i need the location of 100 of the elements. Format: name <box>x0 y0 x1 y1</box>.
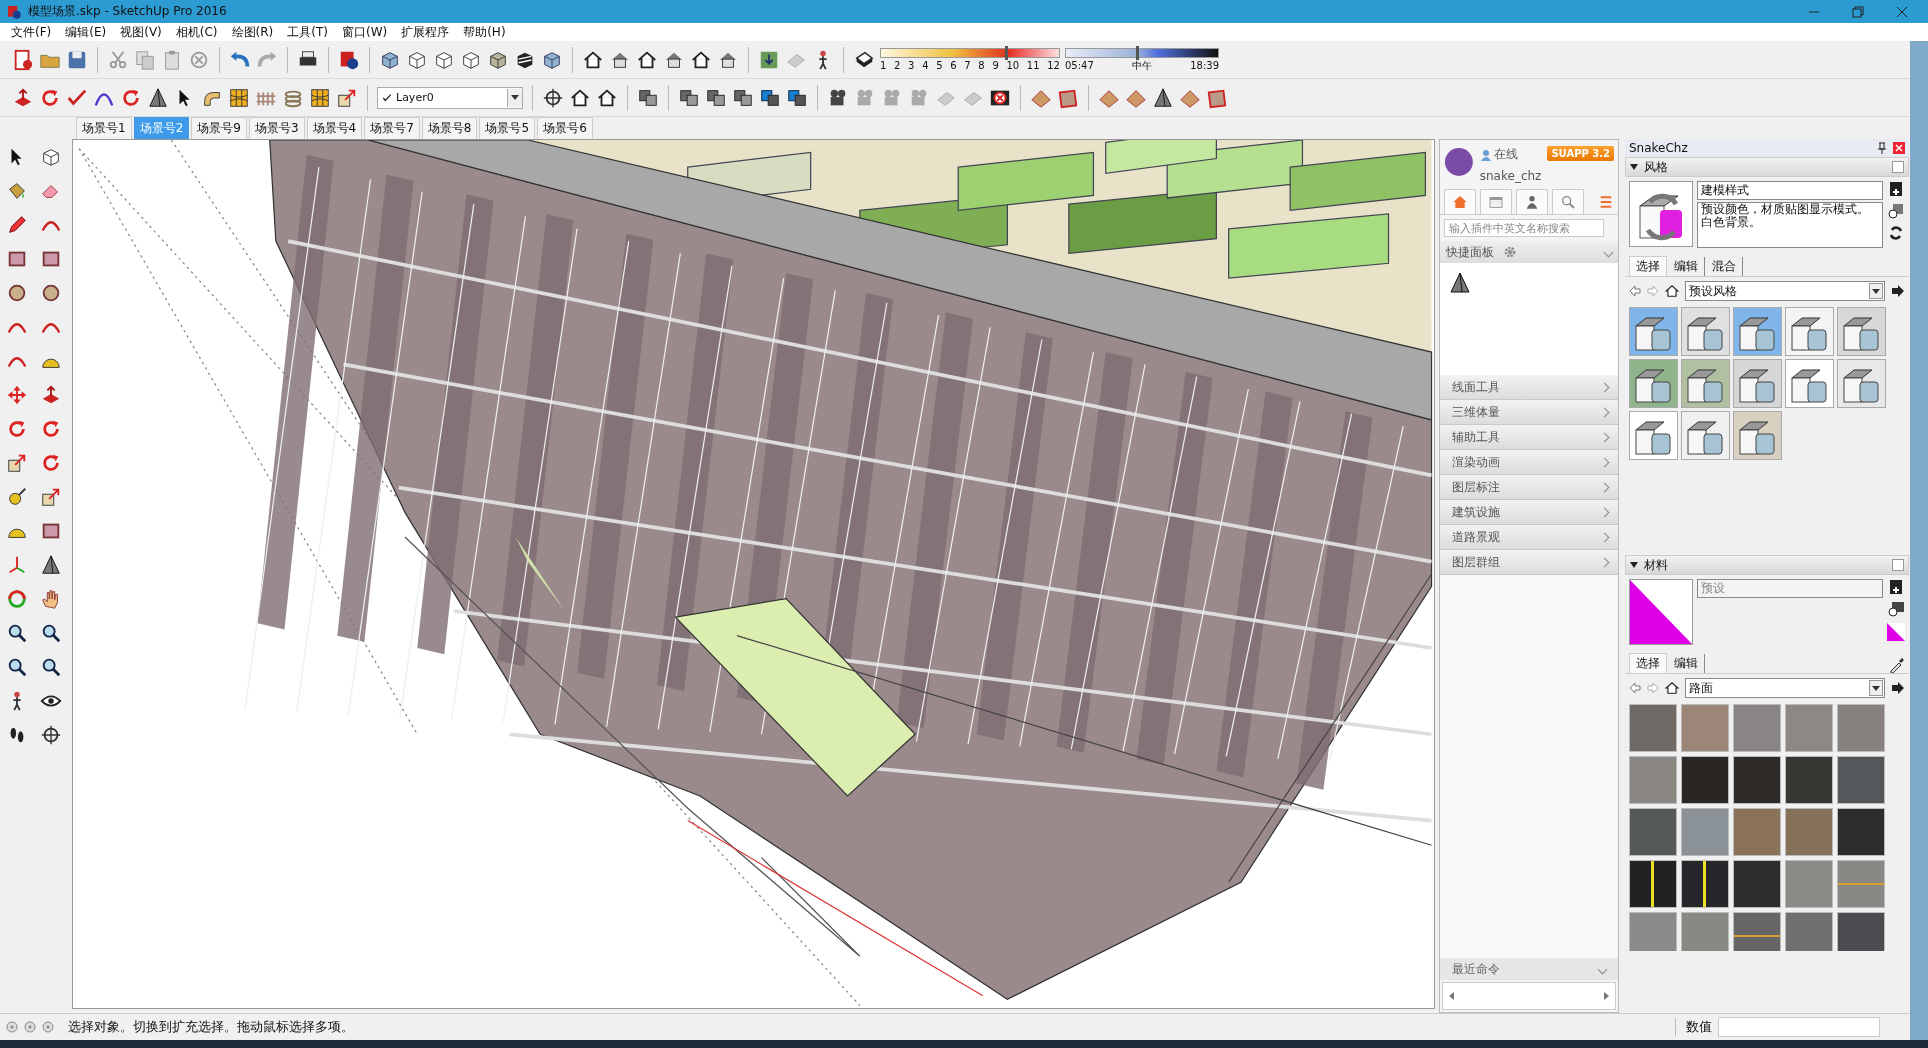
collection-dropdown[interactable]: 预设风格 <box>1685 281 1885 302</box>
menu-item[interactable]: 视图(V) <box>113 23 169 41</box>
eyedropper-icon[interactable] <box>1889 657 1905 674</box>
geo-location-icon[interactable] <box>6 1021 18 1034</box>
material-swatch[interactable] <box>1681 912 1729 952</box>
material-swatch[interactable] <box>1733 756 1781 805</box>
scene-tab[interactable]: 场景号9 <box>191 117 247 140</box>
scene-tab[interactable]: 场景号4 <box>306 117 363 140</box>
details-arrow-icon[interactable] <box>1891 681 1905 696</box>
material-swatch[interactable] <box>1733 704 1781 753</box>
material-swatch[interactable] <box>1629 756 1677 805</box>
scene-tab[interactable]: 场景号8 <box>421 117 478 140</box>
material-swatch[interactable] <box>1837 860 1885 909</box>
house-icon[interactable] <box>1665 284 1679 299</box>
expand-triangle-icon[interactable] <box>1630 562 1638 569</box>
plugin-category[interactable]: 渲染动画 <box>1440 450 1618 476</box>
scale-icon[interactable] <box>40 486 62 509</box>
style-name-field[interactable]: 建模样式 <box>1697 181 1883 201</box>
menu-item[interactable]: 帮助(H) <box>456 23 513 41</box>
menu-item[interactable]: 相机(C) <box>168 23 225 41</box>
scroll-left-icon[interactable] <box>1449 992 1454 1001</box>
material-swatch[interactable] <box>1681 860 1729 909</box>
style-thumbnail[interactable] <box>1681 307 1730 357</box>
plugin-category[interactable]: 图层标注 <box>1440 475 1618 501</box>
default-material-icon[interactable] <box>1887 623 1905 642</box>
plugin-category[interactable]: 线面工具 <box>1440 375 1618 401</box>
user-account-icon[interactable] <box>42 1021 54 1034</box>
time-slider[interactable] <box>1065 48 1219 59</box>
credits-icon[interactable] <box>24 1021 36 1034</box>
material-swatch[interactable] <box>1733 912 1781 952</box>
style-thumbnail[interactable] <box>1837 359 1886 409</box>
search-tab[interactable] <box>1552 189 1584 215</box>
style-thumbnail[interactable] <box>1681 359 1730 409</box>
new-file-icon[interactable] <box>12 48 34 71</box>
menu-item[interactable]: 绘图(R) <box>224 23 281 41</box>
details-arrow-icon[interactable] <box>1891 284 1905 299</box>
pyramid-icon[interactable] <box>40 554 62 577</box>
material-swatch[interactable] <box>1681 756 1729 805</box>
date-slider[interactable] <box>880 48 1060 59</box>
close-icon[interactable] <box>1892 161 1904 174</box>
scene-tab[interactable]: 场景号7 <box>364 117 420 140</box>
measurements-field[interactable] <box>1718 1017 1880 1038</box>
section-header[interactable]: 风格 <box>1625 157 1909 178</box>
back-arrow-icon[interactable] <box>1629 285 1641 298</box>
material-swatch[interactable] <box>1837 756 1885 805</box>
plugin-search-field[interactable]: 输入插件中英文名称搜索 <box>1444 219 1604 238</box>
crosshair-icon[interactable] <box>40 724 62 747</box>
pin-icon[interactable] <box>1877 142 1887 155</box>
close-icon[interactable] <box>1896 5 1908 18</box>
restore-icon[interactable] <box>1852 5 1864 18</box>
material-swatch[interactable] <box>1629 860 1677 909</box>
plugin-category[interactable]: 建筑设施 <box>1440 500 1618 526</box>
menu-item[interactable]: 文件(F) <box>4 23 59 41</box>
zoom-icon[interactable] <box>40 622 62 645</box>
slider-thumb[interactable] <box>1004 46 1008 61</box>
material-swatch[interactable] <box>1785 756 1833 805</box>
style-thumbnail[interactable] <box>1629 359 1678 409</box>
menu-item[interactable]: 工具(T) <box>280 23 335 41</box>
wireframe-cube-icon[interactable] <box>40 146 62 169</box>
material-swatch[interactable] <box>1733 808 1781 857</box>
scene-tab[interactable]: 场景号3 <box>248 117 305 140</box>
style-thumbnail[interactable] <box>1785 359 1834 409</box>
material-swatch[interactable] <box>1785 704 1833 753</box>
material-swatch[interactable] <box>1837 912 1885 952</box>
create-material-icon[interactable] <box>1887 601 1905 618</box>
mesh-icon[interactable] <box>228 86 250 109</box>
plugin-category[interactable]: 道路景观 <box>1440 525 1618 551</box>
pyramid-icon[interactable] <box>147 86 169 109</box>
add-icon[interactable] <box>1889 181 1903 198</box>
layer-dropdown[interactable]: Layer0 <box>377 86 523 109</box>
style-thumbnail[interactable] <box>1733 307 1782 357</box>
house-icon[interactable] <box>1665 681 1679 696</box>
pyramid-icon[interactable] <box>1448 271 1472 296</box>
material-swatch[interactable] <box>1785 860 1833 909</box>
close-button[interactable] <box>1893 142 1905 155</box>
collection-dropdown[interactable]: 路面 <box>1685 678 1885 699</box>
material-swatch[interactable] <box>1837 704 1885 753</box>
panel-tab[interactable]: 选择 <box>1629 256 1667 277</box>
style-thumbnail[interactable] <box>1785 307 1834 357</box>
material-swatch[interactable] <box>1629 912 1677 952</box>
material-swatch[interactable] <box>1785 912 1833 952</box>
style-description-field[interactable]: 预设颜色，材质贴图显示模式。白色背景。 <box>1697 202 1883 249</box>
refresh-icon[interactable] <box>1888 225 1904 242</box>
crosshair-icon[interactable] <box>542 86 564 109</box>
list-icon[interactable] <box>1598 194 1614 211</box>
menu-item[interactable]: 编辑(E) <box>58 23 114 41</box>
move-arrows-icon[interactable] <box>6 384 28 407</box>
scale-icon[interactable] <box>6 452 28 475</box>
style-thumbnail[interactable] <box>1629 307 1678 357</box>
style-thumbnail[interactable] <box>1681 411 1730 461</box>
push-pull-icon[interactable] <box>12 86 34 109</box>
style-thumbnail[interactable] <box>1837 307 1886 357</box>
zoom-icon[interactable] <box>6 656 28 679</box>
scene-tab[interactable]: 场景号1 <box>76 117 132 140</box>
plugin-category[interactable]: 图层群组 <box>1440 550 1618 576</box>
add-icon[interactable] <box>1889 579 1903 596</box>
style-thumbnail[interactable] <box>1733 359 1782 409</box>
material-swatch[interactable] <box>1681 704 1729 753</box>
home-tab[interactable] <box>1444 189 1476 215</box>
material-swatch[interactable] <box>1629 704 1677 753</box>
